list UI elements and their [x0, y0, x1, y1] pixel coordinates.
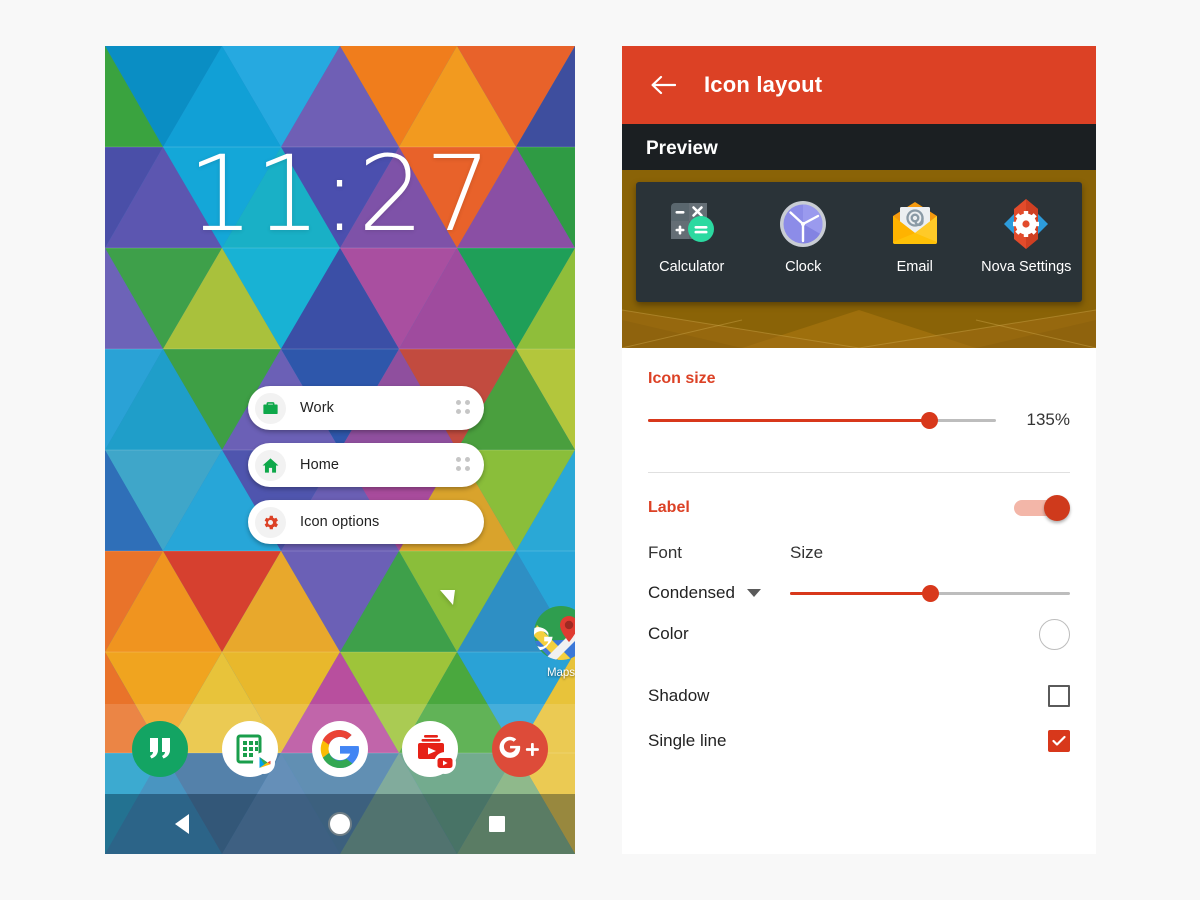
- dock-item-hangouts[interactable]: [129, 718, 191, 780]
- android-navbar: [105, 794, 575, 854]
- drag-handle-icon[interactable]: [456, 400, 472, 416]
- page-title: Icon layout: [704, 72, 823, 97]
- google-plus-icon: [492, 721, 548, 777]
- popup-item-label: Icon options: [300, 514, 380, 530]
- label-size-slider-thumb[interactable]: [921, 584, 939, 602]
- size-header: Size: [790, 543, 824, 562]
- icon-size-title: Icon size: [648, 370, 716, 387]
- popup-item-work[interactable]: Work: [248, 386, 484, 430]
- sheets-play-icon: [222, 721, 278, 777]
- icon-size-slider-row: 135%: [648, 388, 1070, 430]
- dock-item-youtube[interactable]: [399, 718, 461, 780]
- back-triangle-icon[interactable]: [157, 804, 209, 844]
- recents-square-icon[interactable]: [471, 804, 523, 844]
- icon-size-slider-thumb[interactable]: [921, 411, 939, 429]
- font-size-headers: Font Size: [648, 521, 1070, 563]
- icon-size-slider[interactable]: [648, 411, 996, 429]
- preview-header: Preview: [622, 124, 1096, 170]
- preview-area: Calculator Clock Email Nova Settings: [622, 170, 1096, 348]
- preview-item-nova-settings[interactable]: Nova Settings: [974, 196, 1078, 275]
- chevron-down-icon: [746, 589, 761, 597]
- color-swatch[interactable]: [1039, 618, 1070, 650]
- icon-size-value: 135%: [1026, 410, 1070, 429]
- app-icon-label: Maps: [546, 667, 575, 679]
- preview-icon-row: Calculator Clock Email Nova Settings: [636, 182, 1082, 302]
- option-label: Color: [648, 624, 689, 643]
- option-label: Shadow: [648, 686, 710, 705]
- label-title: Label: [648, 499, 690, 516]
- label-size-slider[interactable]: [790, 584, 1070, 602]
- option-row-shadow[interactable]: Shadow: [648, 665, 1070, 727]
- preview-item-label: Clock: [785, 259, 822, 275]
- icon-layout-settings: Icon layout Preview Calculator Clock Ema…: [622, 46, 1096, 854]
- popup-item-label: Home: [300, 457, 340, 473]
- label-toggle[interactable]: [1014, 495, 1070, 521]
- house-icon: [255, 449, 286, 481]
- dock-item-google[interactable]: [309, 718, 371, 780]
- app-bar: Icon layout: [622, 46, 1096, 124]
- shadow-checkbox[interactable]: [1048, 685, 1070, 707]
- preview-item-label: Nova Settings: [981, 259, 1072, 275]
- check-icon: [1052, 735, 1066, 746]
- screenshot-stage: 11:27 Work Home Icon options Maps Icon l…: [0, 0, 1200, 900]
- font-dropdown[interactable]: Condensed: [648, 583, 790, 603]
- youtube-play-icon: [402, 721, 458, 777]
- option-label: Single line: [648, 731, 727, 750]
- single-line-checkbox[interactable]: [1048, 730, 1070, 752]
- arrow-left-icon[interactable]: [640, 62, 686, 108]
- icon-size-section: Icon size 135%: [622, 348, 1096, 430]
- calculator-icon: [664, 196, 720, 252]
- option-row-color[interactable]: Color: [648, 603, 1070, 665]
- popup-tail: [440, 590, 455, 605]
- option-row-single-line[interactable]: Single line: [648, 727, 1070, 755]
- dock-item-sheets[interactable]: [219, 718, 281, 780]
- preview-item-label: Email: [896, 259, 933, 275]
- phone-homescreen: 11:27 Work Home Icon options Maps: [105, 46, 575, 854]
- google-maps-icon: [533, 605, 575, 661]
- home-circle-icon[interactable]: [314, 804, 366, 844]
- hangouts-icon: [132, 721, 188, 777]
- label-header-row: Label: [648, 473, 1070, 521]
- font-size-controls: Condensed: [648, 563, 1070, 603]
- popup-item-home[interactable]: Home: [248, 443, 484, 487]
- font-header: Font: [648, 543, 683, 562]
- label-size-slider-fill: [790, 591, 930, 595]
- popup-item-label: Work: [300, 400, 334, 416]
- dock: [105, 704, 575, 794]
- app-icon-maps[interactable]: Maps: [526, 605, 575, 679]
- preview-item-email[interactable]: Email: [863, 196, 967, 275]
- preview-item-calculator[interactable]: Calculator: [640, 196, 744, 275]
- drag-handle-icon[interactable]: [456, 457, 472, 473]
- preview-item-clock[interactable]: Clock: [751, 196, 855, 275]
- briefcase-icon: [255, 392, 286, 424]
- google-g-icon: [312, 721, 368, 777]
- email-icon: [887, 196, 943, 252]
- label-toggle-knob: [1044, 495, 1070, 521]
- gear-icon: [255, 506, 286, 538]
- icon-popup-menu: Work Home Icon options: [248, 386, 484, 605]
- icon-size-slider-fill: [648, 418, 930, 422]
- preview-item-label: Calculator: [659, 259, 725, 275]
- font-dropdown-value: Condensed: [648, 583, 735, 602]
- dock-item-google-plus[interactable]: [489, 718, 551, 780]
- label-section: Label Font Size Condensed Color Shadow S…: [622, 473, 1096, 755]
- nova-settings-icon: [998, 196, 1054, 252]
- clock-icon: [775, 196, 831, 252]
- popup-item-icon-options[interactable]: Icon options: [248, 500, 484, 544]
- lock-clock: 11:27: [187, 133, 493, 255]
